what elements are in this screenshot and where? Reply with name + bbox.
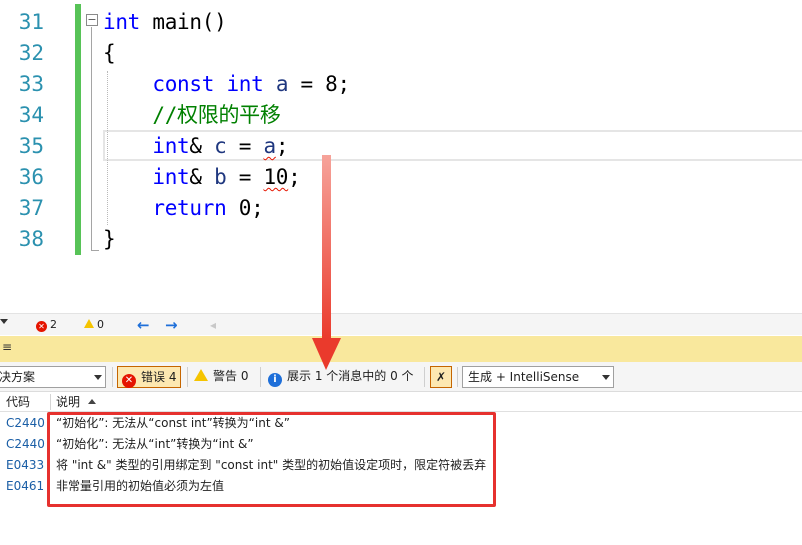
- annotation-arrow-icon: [312, 155, 341, 370]
